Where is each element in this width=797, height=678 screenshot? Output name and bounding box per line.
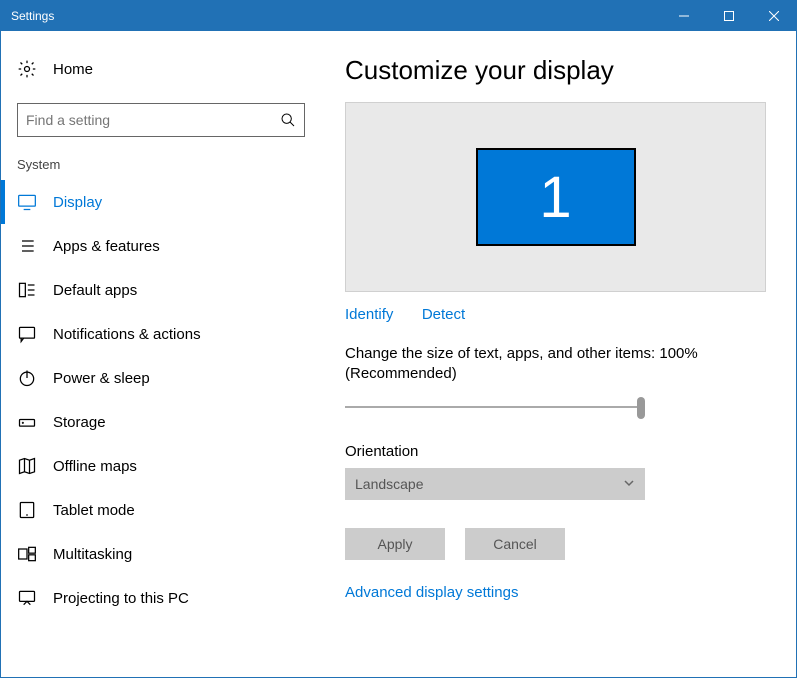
home-label: Home — [53, 61, 93, 78]
sidebar: Home System Display Apps & features Defa… — [1, 31, 321, 677]
sidebar-item-label: Apps & features — [53, 238, 160, 255]
sidebar-item-default-apps[interactable]: Default apps — [1, 268, 321, 312]
sidebar-item-label: Power & sleep — [53, 370, 150, 387]
identify-link[interactable]: Identify — [345, 306, 393, 323]
minimize-button[interactable] — [661, 1, 706, 31]
detect-link[interactable]: Detect — [422, 306, 465, 323]
search-icon — [280, 112, 296, 128]
window-controls — [661, 1, 796, 31]
storage-icon — [17, 412, 37, 432]
sidebar-item-label: Notifications & actions — [53, 326, 201, 343]
projecting-icon — [17, 588, 37, 608]
advanced-display-settings-link[interactable]: Advanced display settings — [345, 584, 518, 601]
sidebar-item-label: Projecting to this PC — [53, 590, 189, 607]
monitor-1[interactable]: 1 — [476, 148, 636, 246]
display-icon — [17, 192, 37, 212]
sidebar-item-apps-features[interactable]: Apps & features — [1, 224, 321, 268]
sidebar-item-label: Display — [53, 194, 102, 211]
sidebar-item-display[interactable]: Display — [1, 180, 321, 224]
sidebar-item-projecting[interactable]: Projecting to this PC — [1, 576, 321, 620]
sidebar-item-tablet-mode[interactable]: Tablet mode — [1, 488, 321, 532]
button-row: Apply Cancel — [345, 528, 766, 560]
display-preview[interactable]: 1 — [345, 102, 766, 292]
window-title: Settings — [11, 9, 54, 23]
sidebar-item-label: Default apps — [53, 282, 137, 299]
tablet-icon — [17, 500, 37, 520]
sidebar-item-label: Offline maps — [53, 458, 137, 475]
power-icon — [17, 368, 37, 388]
slider-thumb[interactable] — [637, 397, 645, 419]
sidebar-item-multitasking[interactable]: Multitasking — [1, 532, 321, 576]
chevron-down-icon — [623, 476, 635, 492]
notification-icon — [17, 324, 37, 344]
search-box[interactable] — [17, 103, 305, 137]
default-apps-icon — [17, 280, 37, 300]
orientation-label: Orientation — [345, 443, 766, 460]
category-label: System — [1, 157, 321, 180]
home-link[interactable]: Home — [1, 51, 321, 87]
apply-button[interactable]: Apply — [345, 528, 445, 560]
scale-slider[interactable] — [345, 395, 645, 419]
close-button[interactable] — [751, 1, 796, 31]
orientation-dropdown[interactable]: Landscape — [345, 468, 645, 500]
slider-track — [345, 406, 645, 408]
maximize-button[interactable] — [706, 1, 751, 31]
search-input[interactable] — [26, 112, 280, 128]
sidebar-item-notifications[interactable]: Notifications & actions — [1, 312, 321, 356]
list-icon — [17, 236, 37, 256]
sidebar-item-power-sleep[interactable]: Power & sleep — [1, 356, 321, 400]
main-panel: Customize your display 1 Identify Detect… — [321, 31, 796, 677]
gear-icon — [17, 59, 37, 79]
page-title: Customize your display — [345, 55, 766, 86]
map-icon — [17, 456, 37, 476]
multitasking-icon — [17, 544, 37, 564]
cancel-button[interactable]: Cancel — [465, 528, 565, 560]
sidebar-item-label: Storage — [53, 414, 106, 431]
display-actions: Identify Detect — [345, 306, 766, 324]
scale-label: Change the size of text, apps, and other… — [345, 344, 766, 383]
orientation-value: Landscape — [355, 476, 424, 492]
sidebar-item-offline-maps[interactable]: Offline maps — [1, 444, 321, 488]
monitor-number: 1 — [539, 164, 571, 231]
sidebar-item-storage[interactable]: Storage — [1, 400, 321, 444]
sidebar-item-label: Multitasking — [53, 546, 132, 563]
titlebar[interactable]: Settings — [1, 1, 796, 31]
sidebar-item-label: Tablet mode — [53, 502, 135, 519]
